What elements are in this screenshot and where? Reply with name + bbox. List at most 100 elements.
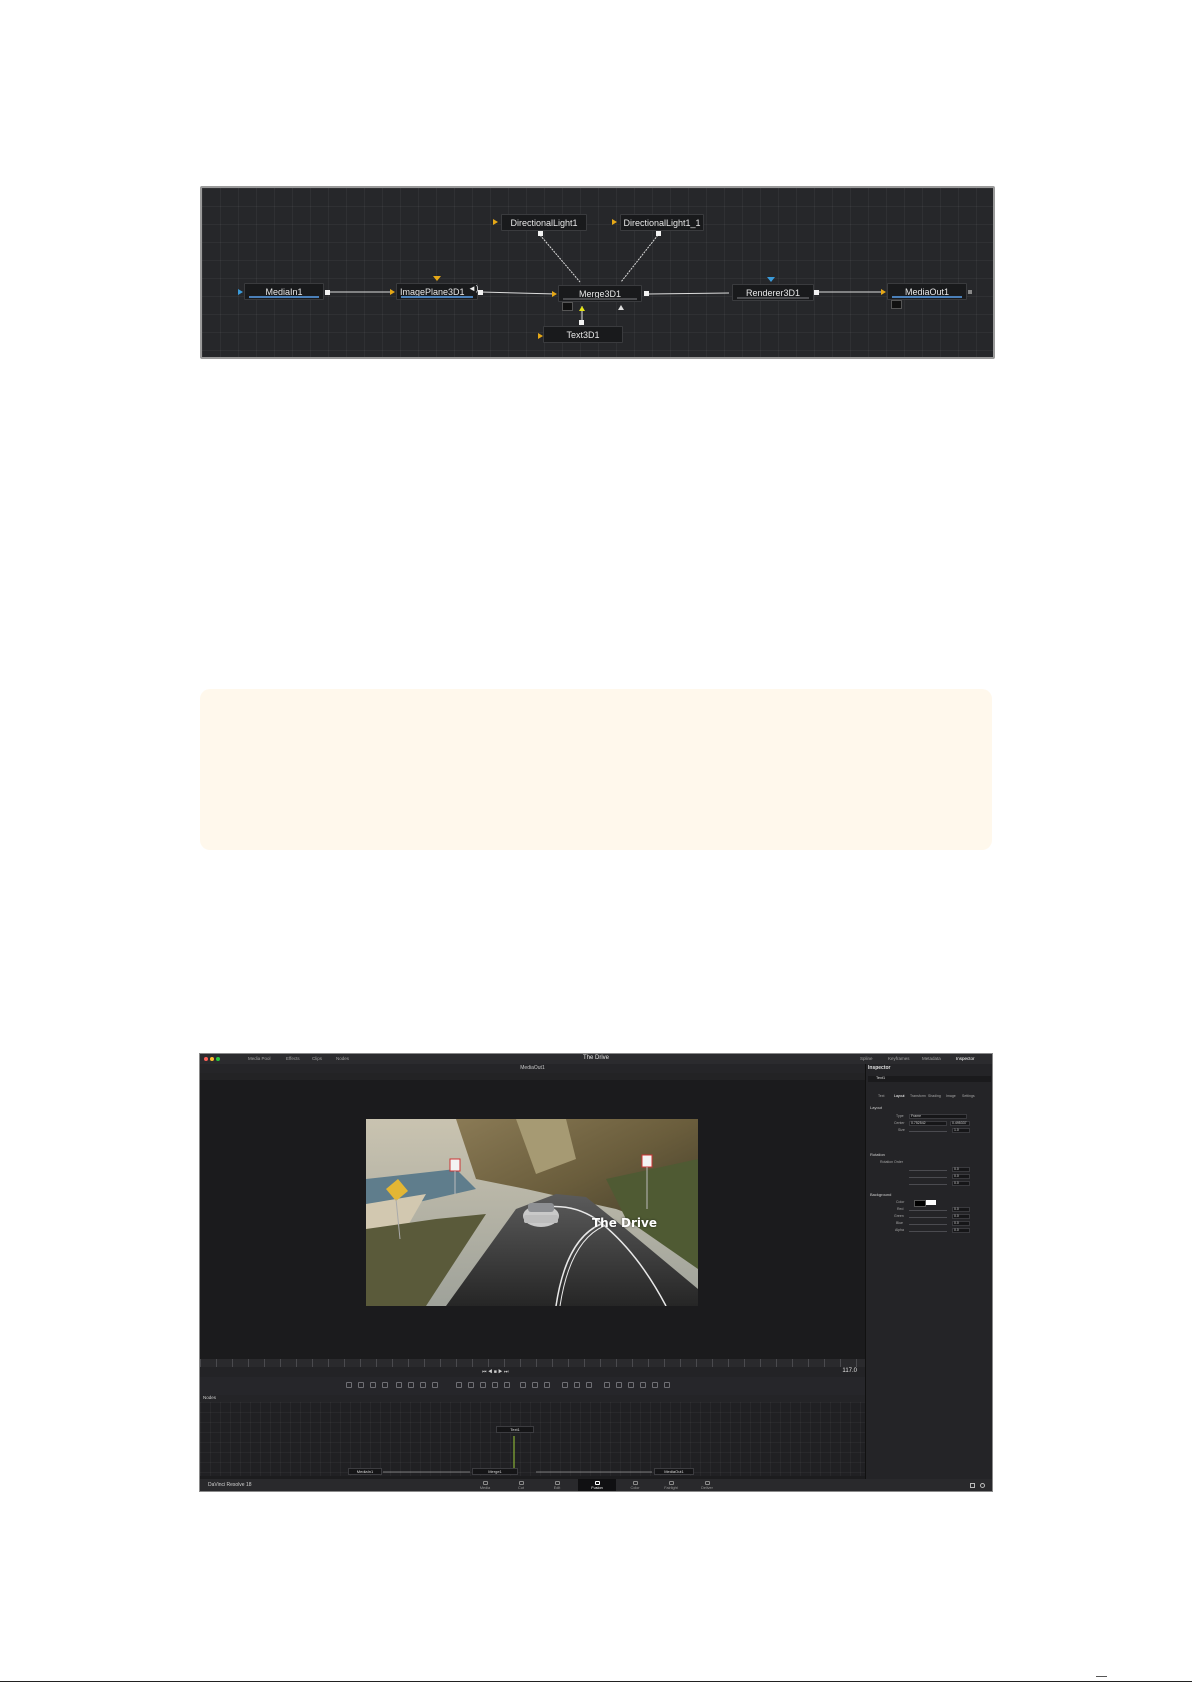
node-renderer[interactable]: Renderer3D1 xyxy=(732,284,814,301)
tool-icon[interactable] xyxy=(604,1382,610,1388)
time-ruler[interactable] xyxy=(200,1359,865,1367)
spline-button[interactable]: Spline xyxy=(860,1056,873,1061)
tool-icon[interactable] xyxy=(358,1382,364,1388)
node-media-out[interactable]: MediaOut1 xyxy=(654,1468,694,1475)
tool-icon[interactable] xyxy=(420,1382,426,1388)
brand-label: DaVinci Resolve 18 xyxy=(208,1482,252,1488)
size-field[interactable]: 1.0 xyxy=(952,1128,970,1133)
color-swatch-black[interactable] xyxy=(914,1200,926,1207)
tool-icon[interactable] xyxy=(346,1382,352,1388)
footer-mark xyxy=(1096,1676,1107,1677)
viewer[interactable]: The Drive xyxy=(200,1080,865,1362)
alpha-field[interactable]: 0.0 xyxy=(952,1228,970,1233)
node-merge[interactable]: Merge3D1 xyxy=(558,285,642,302)
node-label: MediaIn1 xyxy=(356,1469,374,1474)
page-media[interactable]: Media xyxy=(474,1481,496,1490)
tool-icon[interactable] xyxy=(652,1382,658,1388)
node-merge[interactable]: Merge1 xyxy=(472,1468,518,1475)
tool-icon[interactable] xyxy=(562,1382,568,1388)
inspector-tool-row[interactable]: Text1 xyxy=(868,1076,991,1082)
inspector-panel: Inspector Text1 Text Layout Transform Sh… xyxy=(865,1064,992,1479)
tab-transform[interactable]: Transform xyxy=(910,1094,926,1098)
tab-shading[interactable]: Shading xyxy=(928,1094,941,1098)
center-y-field[interactable]: 0.495337 xyxy=(950,1121,970,1126)
green-field[interactable]: 0.0 xyxy=(952,1214,970,1219)
node-text[interactable]: Text1 xyxy=(496,1426,534,1433)
tool-icon[interactable] xyxy=(532,1382,538,1388)
blue-label: Blue xyxy=(896,1221,904,1225)
rotation-y-field[interactable]: 0.0 xyxy=(952,1174,970,1179)
tool-icon[interactable] xyxy=(574,1382,580,1388)
media-page-icon xyxy=(482,1481,488,1485)
alpha-slider[interactable] xyxy=(909,1231,947,1232)
tool-icon[interactable] xyxy=(640,1382,646,1388)
color-swatch-white[interactable] xyxy=(926,1200,936,1205)
tool-icon[interactable] xyxy=(456,1382,462,1388)
input-arrow-icon xyxy=(390,289,395,295)
rotation-x-slider[interactable] xyxy=(909,1170,947,1171)
playback-icons[interactable]: ⏮ ◀ ■ ▶ ⏭ xyxy=(482,1369,509,1375)
settings-icon[interactable] xyxy=(980,1483,985,1488)
blue-field[interactable]: 0.0 xyxy=(952,1221,970,1226)
tool-icon[interactable] xyxy=(382,1382,388,1388)
type-select[interactable]: Frame xyxy=(909,1114,967,1119)
tool-icon[interactable] xyxy=(544,1382,550,1388)
size-slider[interactable] xyxy=(909,1131,947,1132)
page-cut[interactable]: Cut xyxy=(510,1481,532,1490)
section-background[interactable]: Background xyxy=(870,1192,891,1197)
center-x-field[interactable]: 0.752542 xyxy=(909,1121,947,1126)
node-directional-light-1[interactable]: DirectionalLight1 xyxy=(501,214,587,231)
tool-icon[interactable] xyxy=(520,1382,526,1388)
red-field[interactable]: 0.0 xyxy=(952,1207,970,1212)
node-media-in[interactable]: MediaIn1 xyxy=(244,283,324,300)
keyframes-button[interactable]: Keyframes xyxy=(888,1056,910,1061)
node-directional-light-1-1[interactable]: DirectionalLight1_1 xyxy=(620,214,704,231)
node-image-plane[interactable]: ImagePlane3D1 xyxy=(396,283,478,300)
size-row: Size 1.0 xyxy=(866,1128,992,1134)
tab-layout[interactable]: Layout xyxy=(894,1094,905,1098)
green-label: Green xyxy=(894,1214,904,1218)
tool-icon[interactable] xyxy=(504,1382,510,1388)
tool-icon[interactable] xyxy=(432,1382,438,1388)
tool-icon[interactable] xyxy=(616,1382,622,1388)
page-deliver[interactable]: Deliver xyxy=(696,1481,718,1490)
tool-icon[interactable] xyxy=(468,1382,474,1388)
red-slider[interactable] xyxy=(909,1210,947,1211)
nodes-panel[interactable]: Text1 MediaIn1 Merge1 MediaOut1 xyxy=(200,1402,865,1476)
page-label: Edit xyxy=(553,1486,561,1490)
page-fusion[interactable]: Fusion xyxy=(586,1481,608,1490)
metadata-button[interactable]: Metadata xyxy=(922,1056,941,1061)
tool-icon[interactable] xyxy=(370,1382,376,1388)
section-rotation[interactable]: Rotation xyxy=(870,1152,885,1157)
tool-icon[interactable] xyxy=(586,1382,592,1388)
tool-icon[interactable] xyxy=(480,1382,486,1388)
rotation-x-field[interactable]: 0.0 xyxy=(952,1167,970,1172)
tool-icon[interactable] xyxy=(664,1382,670,1388)
tool-icon[interactable] xyxy=(408,1382,414,1388)
tab-settings[interactable]: Settings xyxy=(962,1094,975,1098)
node-media-in[interactable]: MediaIn1 xyxy=(348,1468,382,1475)
tab-text[interactable]: Text xyxy=(878,1094,884,1098)
page-edit[interactable]: Edit xyxy=(546,1481,568,1490)
tool-icon[interactable] xyxy=(396,1382,402,1388)
tool-icon[interactable] xyxy=(628,1382,634,1388)
inspector-button[interactable]: Inspector xyxy=(956,1056,975,1061)
green-slider[interactable] xyxy=(909,1217,947,1218)
section-layout[interactable]: Layout xyxy=(870,1105,882,1110)
page-fairlight[interactable]: Fairlight xyxy=(660,1481,682,1490)
home-icon[interactable] xyxy=(970,1483,975,1488)
rotation-z-field[interactable]: 0.0 xyxy=(952,1181,970,1186)
rotation-y-slider[interactable] xyxy=(909,1177,947,1178)
node-graph-screenshot: DirectionalLight1 DirectionalLight1_1 Me… xyxy=(200,186,995,359)
page-color[interactable]: Color xyxy=(624,1481,646,1490)
video-title-overlay: The Drive xyxy=(592,1216,657,1230)
node-media-out[interactable]: MediaOut1 xyxy=(887,283,967,300)
current-frame: 117.0 xyxy=(842,1368,857,1374)
tool-icon[interactable] xyxy=(492,1382,498,1388)
node-text3d[interactable]: Text3D1 xyxy=(543,326,623,343)
blue-slider[interactable] xyxy=(909,1224,947,1225)
cut-page-icon xyxy=(518,1481,524,1485)
rotation-z-slider[interactable] xyxy=(909,1184,947,1185)
tab-image[interactable]: Image xyxy=(946,1094,956,1098)
fairlight-page-icon xyxy=(668,1481,674,1485)
